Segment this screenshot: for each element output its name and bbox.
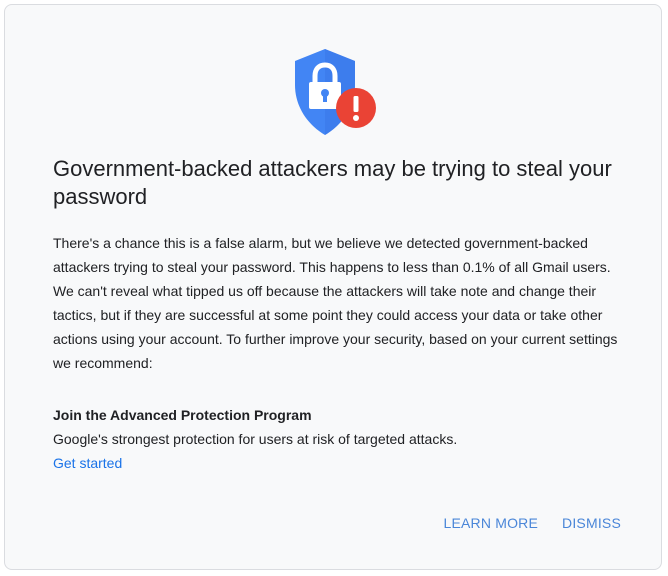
get-started-link[interactable]: Get started — [53, 453, 122, 473]
alert-icon — [335, 87, 377, 129]
learn-more-button[interactable]: LEARN MORE — [443, 513, 538, 533]
security-alert-dialog: Government-backed attackers may be tryin… — [4, 4, 662, 570]
recommendation-description: Google's strongest protection for users … — [53, 431, 458, 447]
dialog-title: Government-backed attackers may be tryin… — [53, 156, 612, 209]
dialog-actions: LEARN MORE DISMISS — [443, 513, 621, 533]
recommendation-title: Join the Advanced Protection Program — [53, 407, 312, 423]
dialog-body: There's a chance this is a false alarm, … — [53, 235, 618, 371]
dismiss-button[interactable]: DISMISS — [562, 513, 621, 533]
